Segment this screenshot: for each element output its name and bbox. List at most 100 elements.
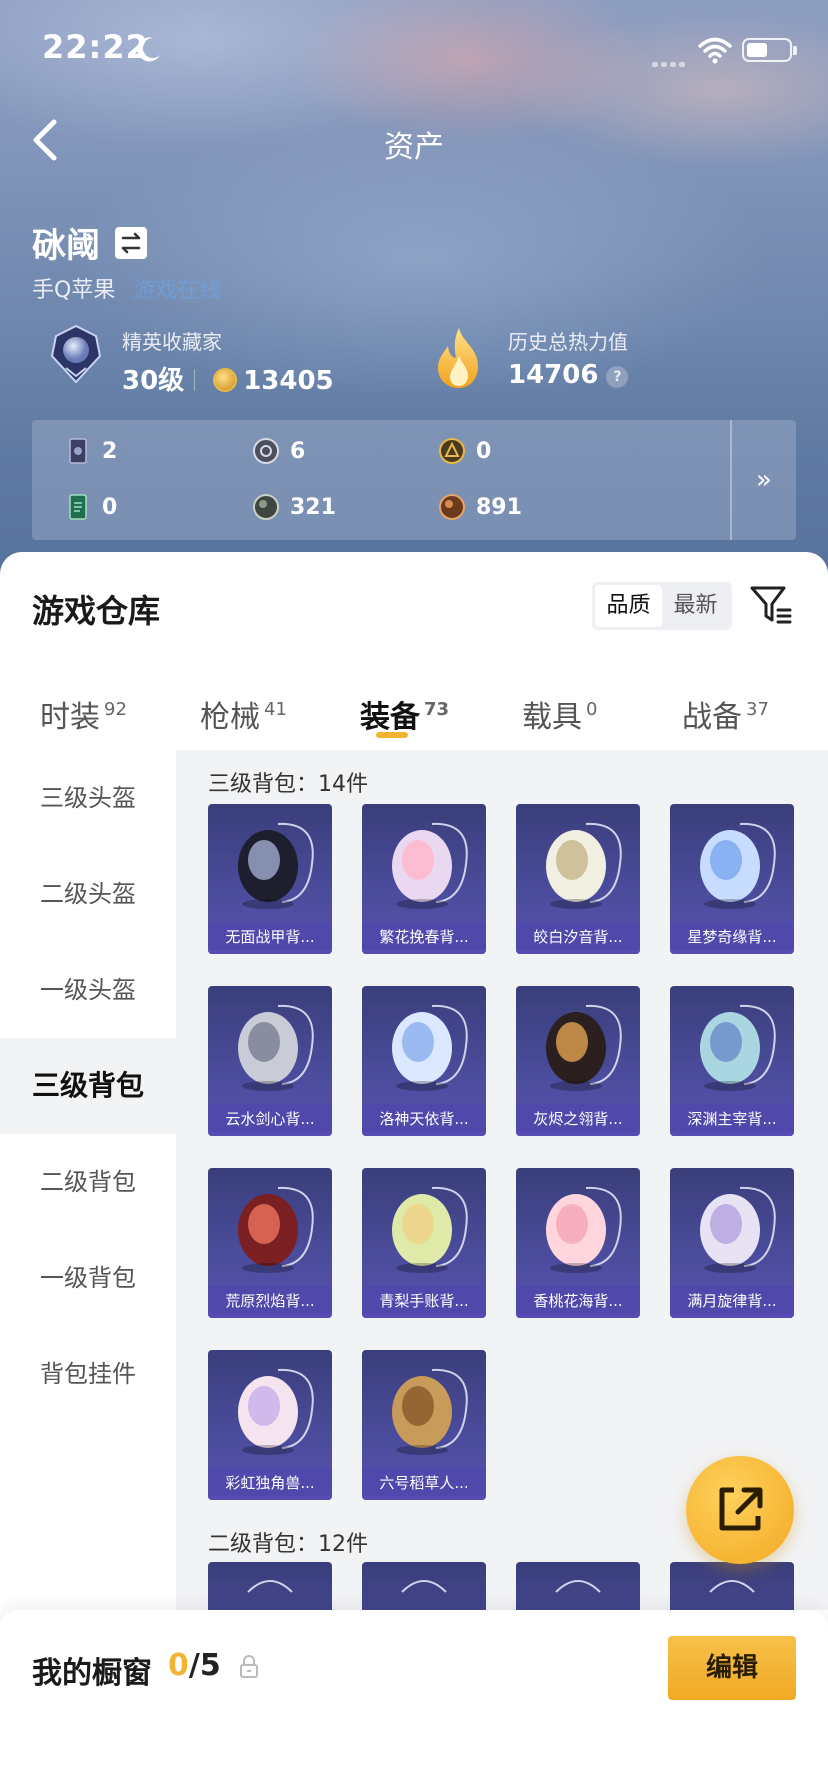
flame-icon: [438, 328, 478, 388]
sidebar-item-backpack-charm[interactable]: 背包挂件: [0, 1326, 176, 1422]
nav-bar: 资产: [0, 100, 828, 180]
backpack-item-card[interactable]: [670, 1562, 794, 1610]
moon-icon: [137, 37, 160, 62]
platform-label: 手Q苹果: [32, 278, 116, 303]
heat-value: 14706?: [508, 360, 629, 390]
showcase-bar: 我的橱窗 0/5 编辑: [0, 1610, 828, 1792]
item-name: 皎白汐音背...: [516, 922, 640, 954]
backpack-image: [392, 1368, 468, 1455]
rank-points: 13405: [243, 366, 334, 396]
item-name: 香桃花海背...: [516, 1286, 640, 1318]
backpack-item-card[interactable]: 洛神天依背...: [362, 986, 486, 1136]
backpack-item-card[interactable]: 无面战甲背...: [208, 804, 332, 954]
tab-weapons[interactable]: 枪械 41: [200, 692, 287, 736]
sidebar-item-helmet-2[interactable]: 二级头盔: [0, 846, 176, 942]
backpack-image: [700, 1186, 776, 1273]
backpack-item-card[interactable]: [362, 1562, 486, 1610]
sort-by-newest[interactable]: 最新: [662, 585, 729, 627]
backpack-item-card[interactable]: 荒原烈焰背...: [208, 1168, 332, 1318]
backpack-image: [700, 822, 776, 909]
signal-icon: [652, 52, 688, 71]
platform-info: 手Q苹果 游戏在线: [32, 272, 221, 304]
backpack-item-card[interactable]: 皎白汐音背...: [516, 804, 640, 954]
backpack-image: [238, 1004, 314, 1091]
filter-icon[interactable]: [748, 582, 794, 628]
item-name: 彩虹独角兽...: [208, 1468, 332, 1500]
backpack-image: [238, 822, 314, 909]
section-title: 三级背包：14件: [208, 772, 368, 797]
backpack-image: [546, 822, 622, 909]
backpack-image: [700, 1004, 776, 1091]
backpack-image: [709, 1580, 755, 1593]
backpack-item-card[interactable]: 六号稻草人...: [362, 1350, 486, 1500]
dark-orb-icon: [253, 494, 279, 520]
backpack-item-card[interactable]: 繁花挽春背...: [362, 804, 486, 954]
backpack-item-card[interactable]: 星梦奇缘背...: [670, 804, 794, 954]
currency-item: 321: [252, 488, 336, 528]
backpack-item-card[interactable]: [208, 1562, 332, 1610]
battery-icon: [742, 38, 797, 62]
backpack-item-card[interactable]: 云水剑心背...: [208, 986, 332, 1136]
switch-account-icon[interactable]: [115, 226, 148, 259]
page-title: 资产: [384, 130, 444, 165]
sidebar-item-helmet-1[interactable]: 一级头盔: [0, 942, 176, 1038]
item-name: 深渊主宰背...: [670, 1104, 794, 1136]
green-card-icon: [69, 494, 87, 520]
tab-equipment[interactable]: 装备 73: [360, 692, 449, 736]
backpack-item-card[interactable]: 深渊主宰背...: [670, 986, 794, 1136]
item-name: 云水剑心背...: [208, 1104, 332, 1136]
backpack-item-card[interactable]: 青梨手账背...: [362, 1168, 486, 1318]
online-status-link[interactable]: 游戏在线: [133, 278, 221, 303]
sidebar-item-helmet-3[interactable]: 三级头盔: [0, 750, 176, 846]
backpack-item-card[interactable]: [516, 1562, 640, 1610]
sidebar-item-backpack-2[interactable]: 二级背包: [0, 1134, 176, 1230]
status-bar: 22:22: [0, 0, 828, 100]
wifi-icon: [698, 37, 732, 64]
currency-item: 6: [252, 432, 305, 472]
silver-coin-icon: [253, 438, 279, 464]
collector-rank: 精英收藏家 30级 13405: [44, 322, 404, 402]
item-name: 繁花挽春背...: [362, 922, 486, 954]
backpack-item-card[interactable]: 灰烬之翎背...: [516, 986, 640, 1136]
edit-button[interactable]: 编辑: [668, 1636, 796, 1700]
backpack-item-card[interactable]: 香桃花海背...: [516, 1168, 640, 1318]
sort-by-quality[interactable]: 品质: [595, 585, 662, 627]
currency-item: 0: [64, 488, 117, 528]
backpack-image: [401, 1580, 447, 1593]
share-button[interactable]: [686, 1456, 794, 1564]
rank-value: 30级 13405: [122, 360, 334, 397]
section-title: 二级背包：12件: [208, 1532, 368, 1557]
showcase-title: 我的橱窗: [32, 1656, 152, 1691]
item-name: 荒原烈焰背...: [208, 1286, 332, 1318]
backpack-image: [238, 1186, 314, 1273]
heat-label: 历史总热力值: [508, 330, 628, 354]
profile-name-row: 砯阈: [32, 218, 148, 267]
tab-fashion[interactable]: 时装 92: [40, 692, 127, 736]
share-icon: [719, 1487, 763, 1531]
rank-level: 30级: [122, 366, 185, 396]
status-time: 22:22: [42, 28, 149, 66]
tab-supplies[interactable]: 战备 37: [682, 692, 769, 736]
backpack-image: [392, 822, 468, 909]
warehouse-sheet: 游戏仓库 品质 最新 时装 92 枪械 41 装备 73 载具 0 战备 37 三级头盔 …: [0, 552, 828, 1792]
active-tab-indicator: [376, 732, 408, 738]
backpack-item-card[interactable]: 满月旋律背...: [670, 1168, 794, 1318]
gold-coin-icon: [439, 438, 465, 464]
card-icon: [69, 438, 87, 464]
subcategory-sidebar: 三级头盔 二级头盔 一级头盔 三级背包 二级背包 一级背包 背包挂件: [0, 750, 176, 1610]
backpack-image: [238, 1368, 314, 1455]
rank-label: 精英收藏家: [122, 330, 222, 354]
tab-vehicles[interactable]: 载具 0: [522, 692, 597, 736]
backpack-item-card[interactable]: 彩虹独角兽...: [208, 1350, 332, 1500]
expand-currencies-button[interactable]: »: [732, 420, 796, 540]
backpack-image: [546, 1186, 622, 1273]
sidebar-item-backpack-1[interactable]: 一级背包: [0, 1230, 176, 1326]
backpack-image: [546, 1004, 622, 1091]
currency-item: 2: [64, 432, 117, 472]
help-icon[interactable]: ?: [606, 366, 629, 388]
sidebar-item-backpack-3[interactable]: 三级背包: [0, 1038, 176, 1134]
item-name: 满月旋律背...: [670, 1286, 794, 1318]
points-coin-icon: [213, 368, 238, 392]
showcase-count: 0/5: [168, 1648, 221, 1683]
backpack-image: [247, 1580, 293, 1593]
